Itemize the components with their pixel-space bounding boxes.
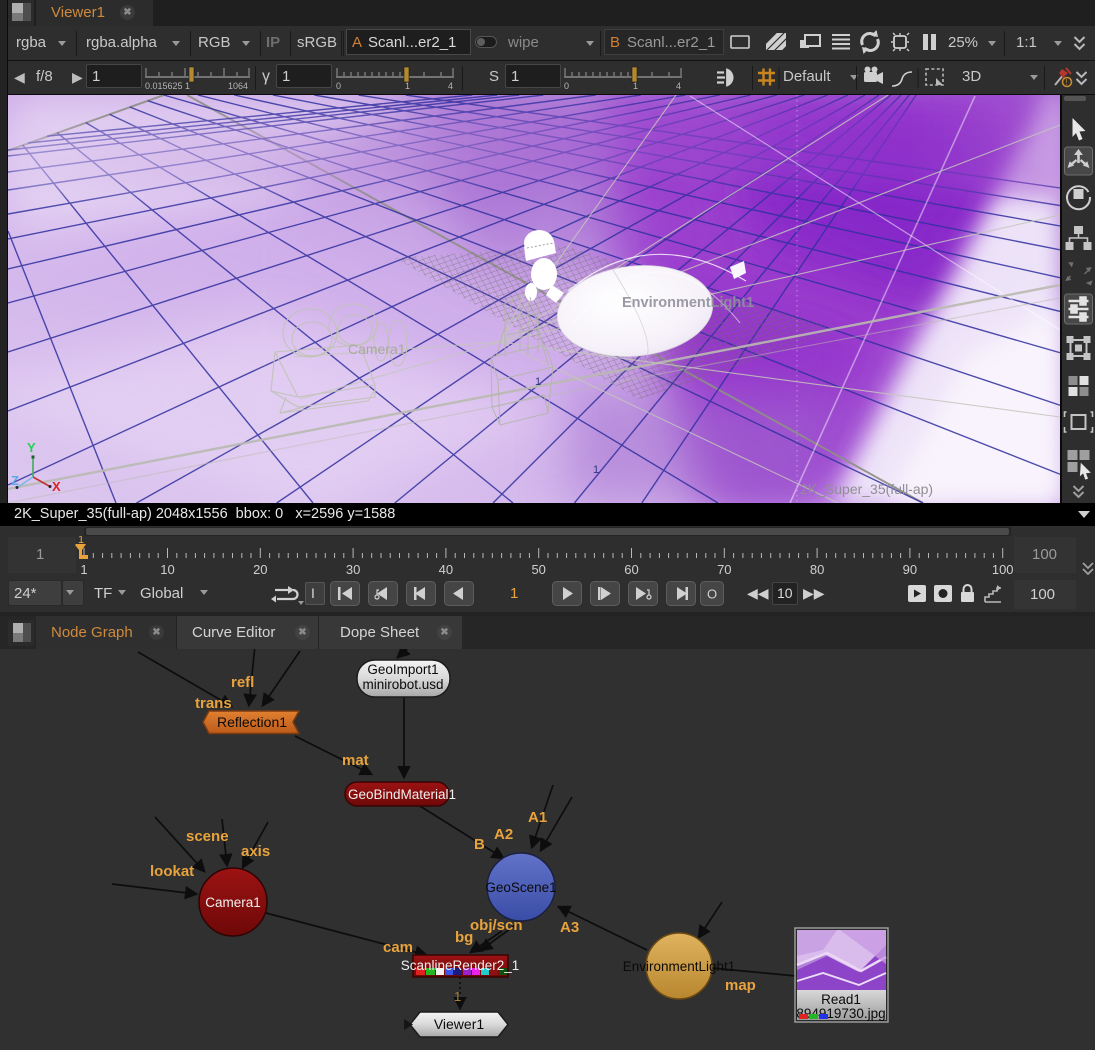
- svg-text:obj/scn: obj/scn: [470, 917, 523, 934]
- svg-text:0: 0: [336, 81, 341, 91]
- svg-text:Reflection1: Reflection1: [217, 714, 287, 730]
- svg-text:refl: refl: [231, 674, 254, 691]
- svg-text:A3: A3: [560, 919, 579, 936]
- svg-text:axis: axis: [241, 843, 270, 860]
- svg-text:bg: bg: [455, 929, 473, 946]
- svg-text:A2: A2: [494, 826, 513, 843]
- svg-text:100: 100: [992, 562, 1014, 577]
- svg-text:mat: mat: [342, 752, 369, 769]
- svg-text:60: 60: [624, 562, 638, 577]
- svg-text:0.015625: 0.015625: [145, 81, 183, 91]
- svg-text:50: 50: [531, 562, 545, 577]
- svg-text:Z: Z: [11, 473, 19, 488]
- svg-text:1: 1: [535, 376, 541, 388]
- svg-text:1: 1: [633, 81, 638, 91]
- svg-text:90: 90: [903, 562, 917, 577]
- svg-text:GeoImport1: GeoImport1: [367, 662, 438, 677]
- svg-text:1: 1: [593, 464, 599, 476]
- svg-text:ScanlineRender2_1: ScanlineRender2_1: [401, 958, 520, 973]
- svg-text:1: 1: [185, 81, 190, 91]
- svg-text:B: B: [474, 836, 485, 853]
- svg-text:2K_Super_35(full-ap): 2K_Super_35(full-ap): [800, 481, 933, 497]
- svg-text:1: 1: [80, 562, 87, 577]
- svg-text:Y: Y: [27, 440, 36, 455]
- svg-text:A1: A1: [528, 809, 547, 826]
- svg-text:minirobot.usd: minirobot.usd: [362, 677, 443, 692]
- svg-text:Viewer1: Viewer1: [434, 1016, 485, 1032]
- svg-text:80: 80: [810, 562, 824, 577]
- svg-text:X: X: [52, 479, 61, 494]
- svg-text:1: 1: [454, 989, 461, 1004]
- svg-text:1: 1: [78, 536, 84, 546]
- svg-text:4: 4: [676, 81, 681, 91]
- svg-text:Camera1: Camera1: [348, 341, 406, 357]
- svg-text:GeoScene1: GeoScene1: [485, 880, 556, 895]
- svg-text:trans: trans: [195, 695, 232, 712]
- svg-text:40: 40: [439, 562, 453, 577]
- svg-text:30: 30: [346, 562, 360, 577]
- svg-text:!: !: [1065, 78, 1067, 87]
- svg-text:70: 70: [717, 562, 731, 577]
- svg-text:GeoBindMaterial1: GeoBindMaterial1: [348, 787, 456, 802]
- svg-text:EnvironmentLight1: EnvironmentLight1: [622, 295, 754, 311]
- svg-text:map: map: [725, 977, 756, 994]
- svg-text:4: 4: [448, 81, 453, 91]
- svg-text:1064: 1064: [228, 81, 248, 91]
- svg-text:EnvironmentLight1: EnvironmentLight1: [623, 959, 736, 974]
- svg-text:0: 0: [564, 81, 569, 91]
- svg-text:lookat: lookat: [150, 863, 194, 880]
- svg-text:10: 10: [160, 562, 174, 577]
- svg-text:1: 1: [405, 81, 410, 91]
- svg-text:scene: scene: [186, 828, 229, 845]
- svg-text:cam: cam: [383, 939, 413, 956]
- svg-text:Camera1: Camera1: [205, 895, 261, 910]
- svg-text:Read1: Read1: [821, 992, 861, 1007]
- svg-text:20: 20: [253, 562, 267, 577]
- svg-text:O: O: [707, 587, 717, 602]
